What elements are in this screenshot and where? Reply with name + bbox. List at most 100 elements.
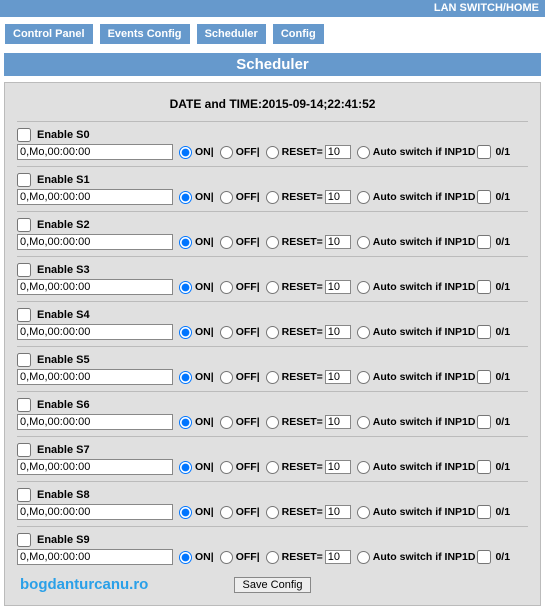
enable-checkbox[interactable]	[17, 173, 31, 187]
reset-value-input[interactable]	[325, 280, 351, 294]
schedule-value-input[interactable]	[17, 279, 173, 295]
mode-on-radio[interactable]	[179, 461, 192, 474]
mode-auto-radio[interactable]	[357, 236, 370, 249]
mode-auto-radio[interactable]	[357, 326, 370, 339]
enable-checkbox[interactable]	[17, 398, 31, 412]
mode-auto-radio[interactable]	[357, 371, 370, 384]
tab-events-config[interactable]: Events Config	[99, 23, 191, 45]
schedule-value-input[interactable]	[17, 324, 173, 340]
mode-off-radio[interactable]	[220, 551, 233, 564]
schedule-value-input[interactable]	[17, 459, 173, 475]
zeroone-checkbox[interactable]	[477, 550, 491, 564]
mode-reset-radio[interactable]	[266, 371, 279, 384]
mode-reset-radio[interactable]	[266, 551, 279, 564]
enable-checkbox[interactable]	[17, 218, 31, 232]
save-config-button[interactable]: Save Config	[234, 577, 312, 593]
schedule-value-input[interactable]	[17, 369, 173, 385]
zeroone-checkbox[interactable]	[477, 280, 491, 294]
mode-reset-radio[interactable]	[266, 416, 279, 429]
enable-label: Enable S6	[37, 399, 90, 411]
mode-off-radio[interactable]	[220, 281, 233, 294]
enable-checkbox[interactable]	[17, 308, 31, 322]
mode-reset-radio[interactable]	[266, 461, 279, 474]
zeroone-checkbox[interactable]	[477, 415, 491, 429]
mode-off-radio[interactable]	[220, 416, 233, 429]
reset-value-input[interactable]	[325, 325, 351, 339]
scheduler-row: Enable S5 ON| OFF| RESET= Auto switch if…	[17, 349, 528, 389]
mode-on-radio[interactable]	[179, 416, 192, 429]
mode-on-radio[interactable]	[179, 281, 192, 294]
scheduler-row: Enable S3 ON| OFF| RESET= Auto switch if…	[17, 259, 528, 299]
mode-off-radio[interactable]	[220, 371, 233, 384]
auto-label: Auto switch if INP1D	[373, 506, 476, 518]
reset-value-input[interactable]	[325, 145, 351, 159]
mode-off-radio[interactable]	[220, 191, 233, 204]
mode-auto-radio[interactable]	[357, 191, 370, 204]
tab-scheduler[interactable]: Scheduler	[196, 23, 267, 45]
enable-checkbox[interactable]	[17, 128, 31, 142]
mode-off-radio[interactable]	[220, 326, 233, 339]
reset-value-input[interactable]	[325, 460, 351, 474]
reset-value-input[interactable]	[325, 190, 351, 204]
mode-reset-radio[interactable]	[266, 281, 279, 294]
on-label: ON|	[195, 281, 214, 293]
reset-value-input[interactable]	[325, 415, 351, 429]
mode-auto-radio[interactable]	[357, 416, 370, 429]
mode-auto-radio[interactable]	[357, 281, 370, 294]
mode-reset-radio[interactable]	[266, 236, 279, 249]
enable-label: Enable S2	[37, 219, 90, 231]
schedule-value-input[interactable]	[17, 549, 173, 565]
mode-reset-radio[interactable]	[266, 326, 279, 339]
mode-off-radio[interactable]	[220, 236, 233, 249]
schedule-value-input[interactable]	[17, 504, 173, 520]
zeroone-label: 0/1	[495, 146, 510, 158]
reset-value-input[interactable]	[325, 505, 351, 519]
mode-reset-radio[interactable]	[266, 191, 279, 204]
schedule-value-input[interactable]	[17, 144, 173, 160]
mode-on-radio[interactable]	[179, 506, 192, 519]
mode-auto-radio[interactable]	[357, 461, 370, 474]
zeroone-checkbox[interactable]	[477, 370, 491, 384]
enable-checkbox[interactable]	[17, 353, 31, 367]
scheduler-row: Enable S9 ON| OFF| RESET= Auto switch if…	[17, 529, 528, 569]
datetime-value: 2015-09-14;22:41:52	[262, 97, 375, 111]
enable-checkbox[interactable]	[17, 488, 31, 502]
mode-on-radio[interactable]	[179, 371, 192, 384]
schedule-value-input[interactable]	[17, 234, 173, 250]
mode-on-radio[interactable]	[179, 326, 192, 339]
top-header-text[interactable]: LAN SWITCH/HOME	[434, 2, 539, 14]
enable-checkbox[interactable]	[17, 263, 31, 277]
zeroone-checkbox[interactable]	[477, 325, 491, 339]
reset-value-input[interactable]	[325, 550, 351, 564]
zeroone-label: 0/1	[495, 326, 510, 338]
mode-on-radio[interactable]	[179, 551, 192, 564]
mode-reset-radio[interactable]	[266, 506, 279, 519]
mode-auto-radio[interactable]	[357, 551, 370, 564]
enable-checkbox[interactable]	[17, 443, 31, 457]
mode-auto-radio[interactable]	[357, 506, 370, 519]
schedule-value-input[interactable]	[17, 414, 173, 430]
zeroone-checkbox[interactable]	[477, 460, 491, 474]
separator	[17, 301, 528, 302]
mode-on-radio[interactable]	[179, 191, 192, 204]
enable-checkbox[interactable]	[17, 533, 31, 547]
schedule-value-input[interactable]	[17, 189, 173, 205]
mode-off-radio[interactable]	[220, 461, 233, 474]
zeroone-checkbox[interactable]	[477, 145, 491, 159]
mode-off-radio[interactable]	[220, 506, 233, 519]
zeroone-checkbox[interactable]	[477, 190, 491, 204]
enable-label: Enable S8	[37, 489, 90, 501]
mode-on-radio[interactable]	[179, 146, 192, 159]
reset-value-input[interactable]	[325, 370, 351, 384]
scheduler-row: Enable S8 ON| OFF| RESET= Auto switch if…	[17, 484, 528, 524]
tab-control-panel[interactable]: Control Panel	[4, 23, 94, 45]
zeroone-checkbox[interactable]	[477, 235, 491, 249]
mode-reset-radio[interactable]	[266, 146, 279, 159]
mode-auto-radio[interactable]	[357, 146, 370, 159]
enable-label: Enable S9	[37, 534, 90, 546]
mode-on-radio[interactable]	[179, 236, 192, 249]
mode-off-radio[interactable]	[220, 146, 233, 159]
reset-value-input[interactable]	[325, 235, 351, 249]
tab-config[interactable]: Config	[272, 23, 325, 45]
zeroone-checkbox[interactable]	[477, 505, 491, 519]
